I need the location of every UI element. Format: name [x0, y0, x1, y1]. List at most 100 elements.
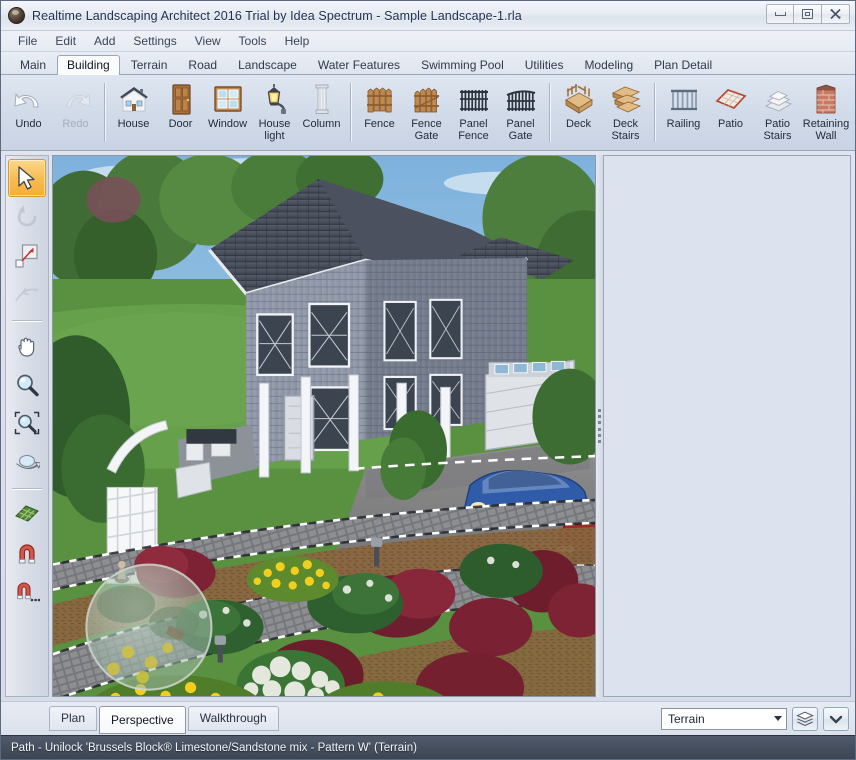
ribbon-tab-water-features[interactable]: Water Features [308, 55, 410, 75]
ribbon-tab-bar: Main Building Terrain Road Landscape Wat… [1, 52, 855, 75]
fence-icon [366, 87, 392, 113]
resize-tool[interactable] [8, 237, 46, 275]
ribbon-tab-utilities[interactable]: Utilities [515, 55, 574, 75]
door-icon [171, 84, 191, 115]
ribbon-group-history: Undo Redo [5, 77, 99, 150]
patio-stairs-button[interactable]: Patio Stairs [754, 77, 801, 150]
undo-button[interactable]: Undo [5, 77, 52, 150]
accent-structure-button[interactable]: Acc St [851, 77, 855, 150]
panel-gate-button[interactable]: Panel Gate [497, 77, 544, 150]
window-icon [213, 86, 242, 112]
redo-button[interactable]: Redo [52, 77, 99, 150]
view-tab-perspective[interactable]: Perspective [99, 705, 186, 734]
layer-controls: Terrain [661, 706, 849, 731]
magnet-icon [18, 544, 36, 564]
fence-button[interactable]: Fence [356, 77, 403, 150]
panel-gate-label: Panel Gate [506, 118, 535, 142]
fence-label: Fence [364, 118, 395, 130]
menu-view[interactable]: View [186, 32, 230, 50]
layer-select[interactable]: Terrain [661, 707, 787, 730]
rotate-icon [17, 205, 37, 227]
deck-stairs-icon [611, 86, 641, 113]
house-button[interactable]: House [110, 77, 157, 150]
snap-tool[interactable] [8, 534, 46, 572]
rotate-tool[interactable] [8, 198, 46, 236]
chevron-down-icon [829, 715, 843, 723]
zoom-region-tool[interactable] [8, 405, 46, 443]
pan-tool[interactable] [8, 327, 46, 365]
maximize-icon [802, 9, 813, 19]
fence-gate-button[interactable]: Fence Gate [403, 77, 450, 150]
column-button[interactable]: Column [298, 77, 345, 150]
select-tool[interactable] [8, 159, 46, 197]
menu-file[interactable]: File [9, 32, 46, 50]
minimize-button[interactable] [766, 4, 794, 24]
menu-edit[interactable]: Edit [46, 32, 85, 50]
ribbon-tab-modeling[interactable]: Modeling [574, 55, 643, 75]
fence-gate-icon [413, 87, 439, 113]
menu-tools[interactable]: Tools [230, 32, 276, 50]
magnet-settings-icon [17, 582, 40, 602]
magnifier-icon [17, 374, 39, 397]
menu-add[interactable]: Add [85, 32, 124, 50]
side-tool-palette [5, 155, 49, 697]
close-icon [830, 8, 841, 20]
ribbon-tab-swimming-pool[interactable]: Swimming Pool [411, 55, 514, 75]
ribbon-group-hardscape: Railing Patio Patio Stairs Retaining Wal… [660, 77, 855, 150]
view-tab-walkthrough[interactable]: Walkthrough [187, 706, 279, 731]
hand-icon [18, 337, 35, 357]
ribbon-tab-building[interactable]: Building [57, 55, 120, 75]
panel-fence-label: Panel Fence [458, 118, 489, 142]
column-icon [315, 84, 328, 114]
landscape-3d-scene [53, 156, 595, 696]
application-window: Realtime Landscaping Architect 2016 Tria… [0, 0, 856, 760]
status-bar: Path - Unilock 'Brussels Block® Limeston… [1, 735, 855, 759]
layers-button[interactable] [792, 706, 818, 731]
deck-label: Deck [565, 118, 592, 130]
panel-fence-button[interactable]: Panel Fence [450, 77, 497, 150]
view-mode-bar: Plan Perspective Walkthrough Terrain [1, 701, 855, 735]
ribbon-tab-landscape[interactable]: Landscape [228, 55, 307, 75]
patio-label: Patio [717, 118, 744, 130]
undo-label: Undo [15, 118, 42, 130]
curve-tool[interactable] [8, 276, 46, 314]
ribbon-separator [350, 83, 351, 142]
door-button[interactable]: Door [157, 77, 204, 150]
view-tab-plan[interactable]: Plan [49, 706, 98, 731]
grid-tool[interactable] [8, 495, 46, 533]
snap-settings-tool[interactable] [8, 573, 46, 611]
retaining-wall-button[interactable]: Retaining Wall [801, 77, 851, 150]
ribbon-tab-main[interactable]: Main [10, 55, 56, 75]
zoom-tool[interactable] [8, 366, 46, 404]
window-button[interactable]: Window [204, 77, 251, 150]
splitter-grip [598, 409, 601, 443]
menu-settings[interactable]: Settings [124, 32, 185, 50]
railing-button[interactable]: Railing [660, 77, 707, 150]
maximize-button[interactable] [794, 4, 822, 24]
deck-stairs-button[interactable]: Deck Stairs [602, 77, 649, 150]
panel-splitter[interactable] [596, 155, 603, 697]
house-light-label: House light [258, 118, 291, 142]
layers-stack-icon [796, 711, 814, 726]
house-light-button[interactable]: House light [251, 77, 298, 150]
app-logo-icon [8, 7, 25, 24]
door-label: Door [168, 118, 193, 130]
deck-icon [564, 84, 593, 114]
properties-panel[interactable] [603, 155, 851, 697]
expand-panel-button[interactable] [823, 706, 849, 731]
caret-down-icon [774, 716, 782, 721]
ribbon-tab-road[interactable]: Road [178, 55, 227, 75]
design-viewport[interactable] [52, 155, 596, 697]
panel-fence-icon [459, 90, 488, 111]
deck-button[interactable]: Deck [555, 77, 602, 150]
ribbon-tab-terrain[interactable]: Terrain [121, 55, 178, 75]
patio-icon [714, 89, 746, 110]
patio-button[interactable]: Patio [707, 77, 754, 150]
house-icon [119, 87, 148, 112]
ribbon-group-fencing: Fence Fence Gate Panel Fence Panel Gate [356, 77, 544, 150]
orbit-tool[interactable] [8, 444, 46, 482]
menu-help[interactable]: Help [276, 32, 319, 50]
close-button[interactable] [822, 4, 850, 24]
ribbon-tab-plan-detail[interactable]: Plan Detail [644, 55, 722, 75]
railing-icon [670, 89, 697, 111]
